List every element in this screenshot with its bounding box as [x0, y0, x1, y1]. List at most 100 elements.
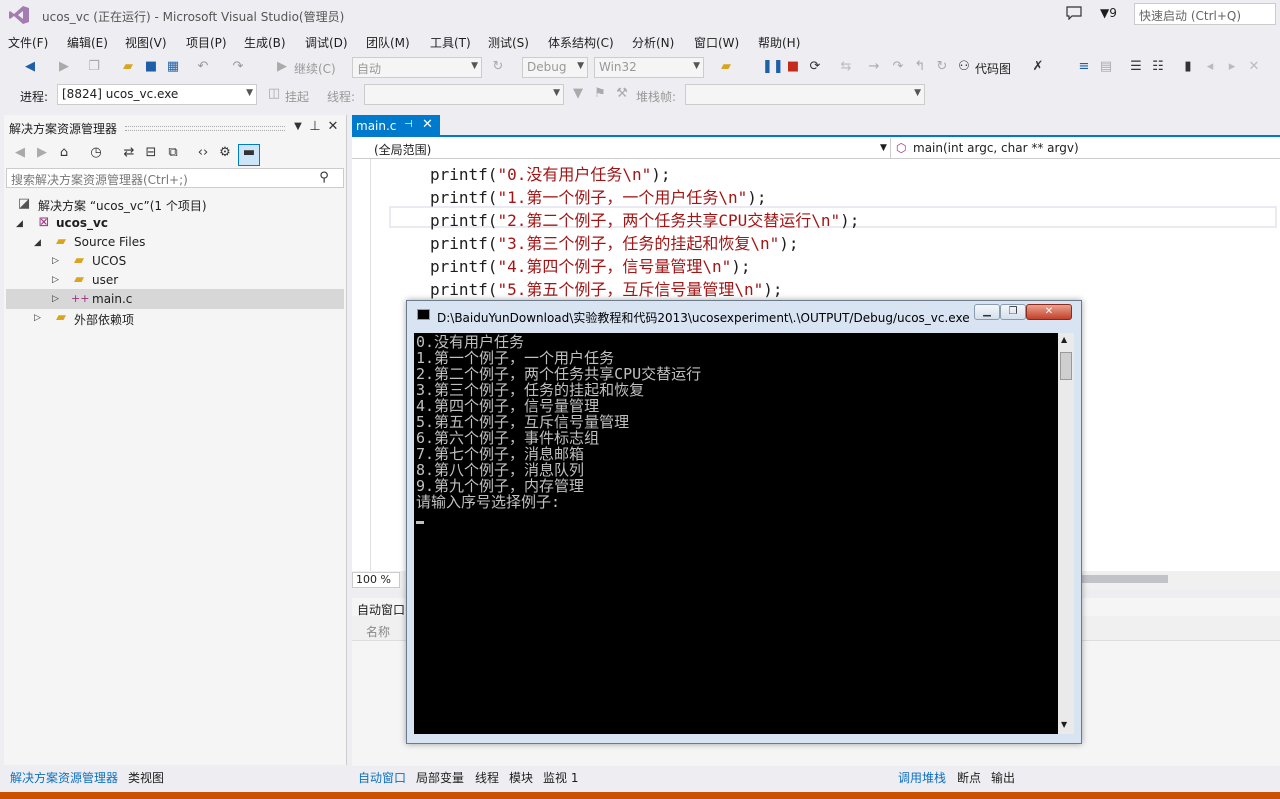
- view-code-icon[interactable]: ‹›: [195, 145, 211, 161]
- undo-icon[interactable]: ↶: [195, 59, 211, 75]
- collapsed-icon[interactable]: ▷: [52, 294, 59, 304]
- close-icon[interactable]: ✕: [422, 117, 433, 132]
- zoom-select[interactable]: 100 %: [352, 572, 400, 588]
- tree-item-ucos[interactable]: UCOS: [92, 254, 126, 268]
- redo-icon[interactable]: ↷: [230, 59, 246, 75]
- pin-icon[interactable]: ⊥: [307, 119, 323, 135]
- hot-reload-icon[interactable]: ↻: [934, 59, 950, 75]
- code-map-button[interactable]: 代码图: [975, 60, 1011, 77]
- menu-view[interactable]: 视图(V): [125, 34, 167, 51]
- menu-debug[interactable]: 调试(D): [305, 34, 348, 51]
- break-all-icon[interactable]: ❚❚: [762, 59, 784, 75]
- tab-main-c[interactable]: main.c ⊣ ✕: [352, 115, 440, 137]
- filter-threads-icon[interactable]: ▼: [570, 86, 586, 102]
- list-members-icon[interactable]: ≡: [1076, 59, 1092, 75]
- close-button[interactable]: ✕: [1026, 304, 1072, 320]
- stop-debugging-icon[interactable]: ■: [785, 59, 801, 75]
- maximize-button[interactable]: ❐: [1000, 304, 1026, 320]
- collapsed-icon[interactable]: ▷: [52, 256, 59, 266]
- feedback-flag[interactable]: ▼9: [1100, 6, 1117, 20]
- panel-grip[interactable]: [125, 126, 285, 131]
- tree-item-source-files[interactable]: Source Files: [74, 235, 145, 249]
- tab-solution-explorer[interactable]: 解决方案资源管理器: [10, 769, 118, 786]
- save-icon[interactable]: ■: [143, 59, 159, 75]
- scope-select[interactable]: (全局范围): [374, 141, 431, 158]
- menu-build[interactable]: 生成(B): [244, 34, 286, 51]
- find-in-files-icon[interactable]: ▰: [718, 59, 734, 75]
- menu-edit[interactable]: 编辑(E): [67, 34, 108, 51]
- suspend-icon[interactable]: ◫: [266, 86, 282, 102]
- horizontal-scrollbar[interactable]: [1082, 575, 1168, 583]
- tree-item-main-c[interactable]: main.c: [92, 292, 132, 306]
- forward-icon[interactable]: ▶: [34, 145, 50, 161]
- console-scrollbar[interactable]: [1058, 333, 1074, 734]
- menu-test[interactable]: 测试(S): [488, 34, 529, 51]
- build-config-select[interactable]: Debug ▼: [522, 57, 588, 78]
- pin-icon[interactable]: ⊣: [404, 119, 413, 130]
- forward-icon[interactable]: ▶: [56, 59, 72, 75]
- step-into-icon[interactable]: →: [866, 59, 882, 75]
- comment-icon[interactable]: ☰: [1128, 59, 1144, 75]
- chevron-down-icon[interactable]: ▼: [880, 143, 887, 153]
- open-file-icon[interactable]: ▰: [120, 59, 136, 75]
- collapsed-icon[interactable]: ▷: [52, 275, 59, 285]
- step-out-icon[interactable]: ↰: [912, 59, 928, 75]
- notification-icon[interactable]: [1066, 6, 1082, 20]
- step-over-icon[interactable]: ↷: [890, 59, 906, 75]
- breakpoints-toggle-icon[interactable]: ✗: [1030, 59, 1046, 75]
- menu-project[interactable]: 项目(P): [186, 34, 227, 51]
- save-all-icon[interactable]: ▦: [165, 59, 181, 75]
- solution-config-select[interactable]: 自动 ▼: [352, 57, 482, 78]
- collapsed-icon[interactable]: ▷: [34, 313, 41, 323]
- back-icon[interactable]: ◀: [22, 59, 38, 75]
- tree-item-user[interactable]: user: [92, 273, 118, 287]
- tab-class-view[interactable]: 类视图: [128, 769, 164, 786]
- tree-item-external-deps[interactable]: 外部依赖项: [74, 311, 134, 328]
- properties-icon[interactable]: ⚙: [217, 145, 233, 161]
- tab-call-stack[interactable]: 调用堆栈: [898, 769, 946, 786]
- preview-icon[interactable]: ▬: [238, 144, 260, 166]
- bookmark-icon[interactable]: ▮: [1180, 59, 1196, 75]
- tree-item-solution[interactable]: 解决方案 “ucos_vc”(1 个项目): [38, 197, 207, 214]
- menu-analyze[interactable]: 分析(N): [632, 34, 674, 51]
- panel-menu-icon[interactable]: ▼: [290, 119, 306, 135]
- thread-select[interactable]: ▼: [364, 84, 564, 105]
- scrollbar-thumb[interactable]: [1060, 352, 1072, 380]
- parameter-info-icon[interactable]: ▤: [1098, 59, 1114, 75]
- menu-file[interactable]: 文件(F): [8, 34, 48, 51]
- sync-icon[interactable]: ⇄: [121, 145, 137, 161]
- solution-search-input[interactable]: 搜索解决方案资源管理器(Ctrl+;): [6, 168, 344, 188]
- search-icon[interactable]: ⚲: [316, 170, 332, 186]
- tab-modules[interactable]: 模块: [509, 769, 533, 786]
- show-next-statement-icon[interactable]: ⇆: [838, 59, 854, 75]
- refresh-icon[interactable]: ↻: [490, 59, 506, 75]
- quick-launch-input[interactable]: 快速启动 (Ctrl+Q): [1134, 3, 1276, 25]
- prev-bookmark-icon[interactable]: ◂: [1202, 59, 1218, 75]
- menu-architecture[interactable]: 体系结构(C): [548, 34, 614, 51]
- pending-changes-icon[interactable]: ◷: [88, 145, 104, 161]
- new-project-icon[interactable]: ❐: [86, 59, 102, 75]
- home-icon[interactable]: ⌂: [56, 145, 72, 161]
- clear-bookmarks-icon[interactable]: ✕: [1246, 59, 1262, 75]
- menu-tools[interactable]: 工具(T): [430, 34, 471, 51]
- uncomment-icon[interactable]: ☷: [1150, 59, 1166, 75]
- scroll-up-icon[interactable]: ▲: [1061, 335, 1067, 344]
- close-icon[interactable]: ✕: [325, 119, 341, 135]
- scroll-down-icon[interactable]: ▼: [1061, 720, 1067, 729]
- menu-help[interactable]: 帮助(H): [758, 34, 800, 51]
- continue-icon[interactable]: ▶: [274, 59, 290, 75]
- process-select[interactable]: [8824] ucos_vc.exe ▼: [57, 84, 257, 105]
- tree-item-project[interactable]: ucos_vc: [56, 216, 108, 230]
- expanded-icon[interactable]: ◢: [16, 219, 23, 229]
- menu-window[interactable]: 窗口(W): [694, 34, 739, 51]
- minimize-button[interactable]: ▁: [974, 304, 1000, 320]
- tab-threads[interactable]: 线程: [475, 769, 499, 786]
- flag-threads-icon[interactable]: ⚑: [592, 86, 608, 102]
- continue-button[interactable]: 继续(C): [294, 60, 336, 77]
- stack-frame-select[interactable]: ▼: [685, 84, 925, 105]
- column-name[interactable]: 名称: [366, 623, 390, 640]
- next-bookmark-icon[interactable]: ▸: [1224, 59, 1240, 75]
- collapse-all-icon[interactable]: ⊟: [143, 145, 159, 161]
- tab-breakpoints[interactable]: 断点: [957, 769, 981, 786]
- back-icon[interactable]: ◀: [12, 145, 28, 161]
